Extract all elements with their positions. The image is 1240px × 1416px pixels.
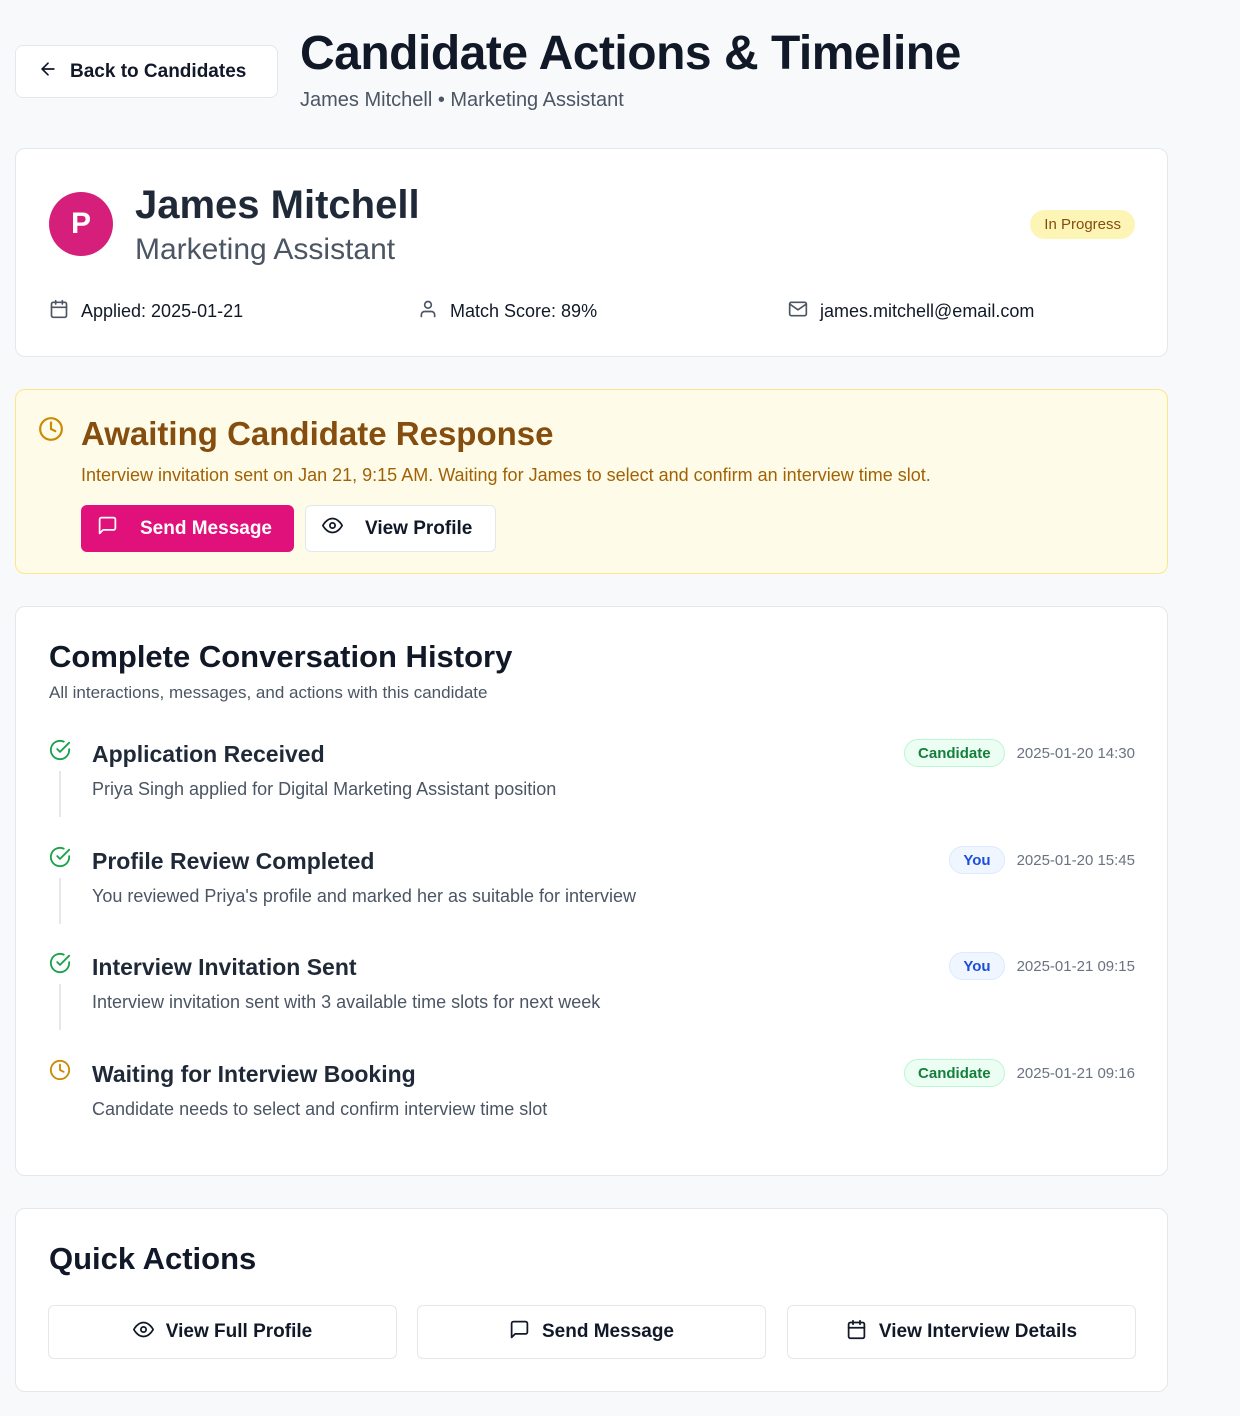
actor-badge: Candidate [904,1059,1005,1087]
clock-icon [49,1059,71,1081]
timeline-connector [59,984,61,1030]
clock-icon [38,416,64,442]
avatar: P [49,192,113,256]
timeline-item: Profile Review Completed You reviewed Pr… [16,846,1167,946]
awaiting-response-alert: Awaiting Candidate Response Interview in… [15,389,1168,574]
timeline-timestamp: 2025-01-20 14:30 [1016,744,1135,762]
candidate-role: Marketing Assistant [135,233,396,266]
eye-icon [132,1319,154,1346]
alert-text: Interview invitation sent on Jan 21, 9:1… [81,465,931,485]
view-profile-button[interactable]: View Profile [305,505,496,552]
timeline-item: Interview Invitation Sent Interview invi… [16,952,1167,1052]
timeline-item: Application Received Priya Singh applied… [16,739,1167,839]
page-subtitle: James Mitchell • Marketing Assistant [300,89,624,111]
quick-actions-card: Quick Actions View Full Profile Send Mes… [15,1208,1168,1392]
email-text: james.mitchell@email.com [820,301,1035,321]
timeline-description: Priya Singh applied for Digital Marketin… [92,779,557,799]
message-square-icon [509,1319,530,1346]
actor-badge: You [949,846,1005,874]
check-circle-icon [49,952,71,974]
user-icon [418,299,438,324]
timeline-title: Profile Review Completed [92,848,375,874]
history-title: Complete Conversation History [49,639,513,674]
page-title: Candidate Actions & Timeline [300,27,961,80]
timeline-description: Candidate needs to select and confirm in… [92,1099,548,1119]
view-full-profile-button[interactable]: View Full Profile [48,1305,397,1359]
view-interview-details-label: View Interview Details [878,1321,1078,1342]
view-full-profile-label: View Full Profile [165,1321,313,1342]
timeline-title: Application Received [92,741,325,767]
timeline-description: Interview invitation sent with 3 availab… [92,992,601,1012]
alert-title: Awaiting Candidate Response [81,415,554,452]
match-score: Match Score: 89% [418,299,597,324]
mail-icon [788,299,808,324]
timeline-timestamp: 2025-01-20 15:45 [1016,851,1135,869]
conversation-history-card: Complete Conversation History All intera… [15,606,1168,1176]
send-message-button[interactable]: Send Message [81,505,294,552]
match-score-text: Match Score: 89% [450,301,598,321]
candidate-name: James Mitchell [135,183,420,227]
check-circle-icon [49,739,71,761]
timeline-description: You reviewed Priya's profile and marked … [92,886,637,906]
calendar-icon [49,299,69,324]
quick-actions-title: Quick Actions [49,1241,257,1276]
timeline-timestamp: 2025-01-21 09:16 [1016,1064,1135,1082]
actor-badge: Candidate [904,739,1005,767]
quick-send-message-button[interactable]: Send Message [417,1305,766,1359]
timeline-title: Waiting for Interview Booking [92,1061,416,1087]
calendar-icon [846,1319,867,1346]
history-subtitle: All interactions, messages, and actions … [49,683,488,702]
back-button-label: Back to Candidates [70,60,247,82]
arrow-left-icon [38,59,58,85]
page: Back to Candidates Candidate Actions & T… [0,0,1240,1416]
timeline-connector [59,878,61,924]
view-profile-label: View Profile [365,517,473,539]
applied-date: Applied: 2025-01-21 [49,299,243,324]
timeline-connector [59,771,61,817]
quick-send-message-label: Send Message [542,1321,674,1342]
applied-date-text: Applied: 2025-01-21 [81,301,244,321]
timeline-timestamp: 2025-01-21 09:15 [1016,957,1135,975]
actor-badge: You [949,952,1005,980]
timeline-item: Waiting for Interview Booking Candidate … [16,1059,1167,1159]
check-circle-icon [49,846,71,868]
candidate-email[interactable]: james.mitchell@email.com [788,299,1034,324]
back-to-candidates-button[interactable]: Back to Candidates [15,45,278,98]
send-message-label: Send Message [140,517,272,539]
message-square-icon [97,515,118,542]
view-interview-details-button[interactable]: View Interview Details [787,1305,1136,1359]
timeline-title: Interview Invitation Sent [92,954,357,980]
eye-icon [322,515,343,542]
candidate-profile-card: P James Mitchell Marketing Assistant In … [15,148,1168,357]
status-badge: In Progress [1030,210,1135,239]
